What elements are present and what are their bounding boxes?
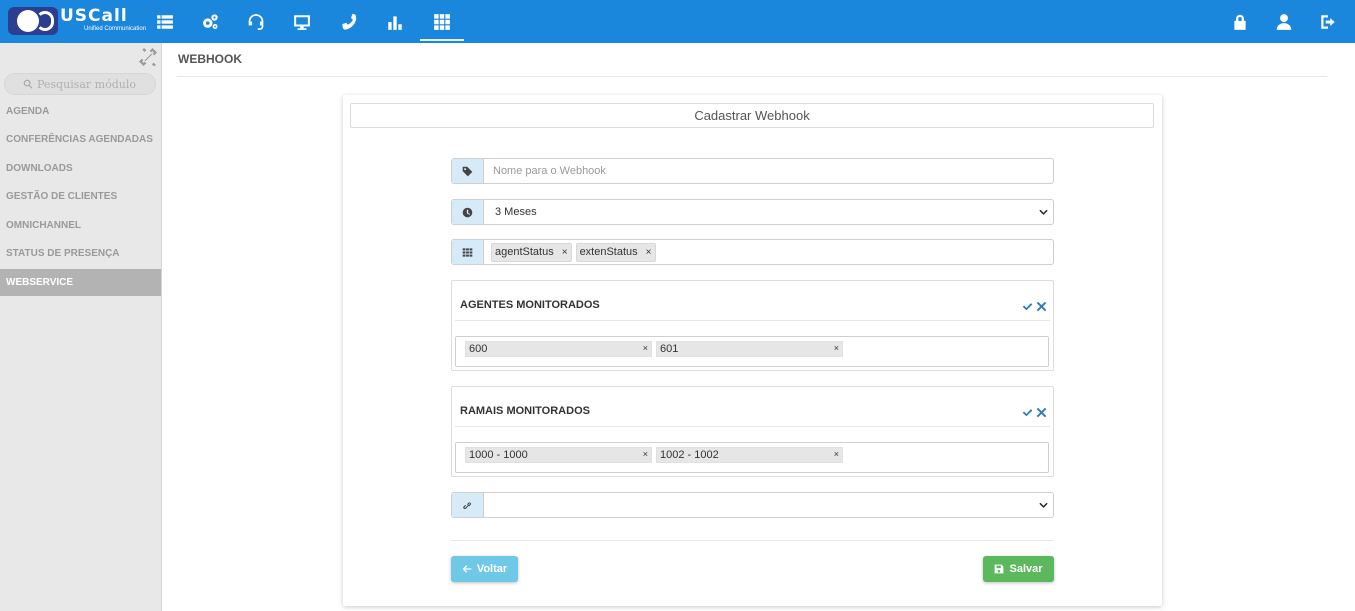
sidebar-item-gestao-clientes[interactable]: GESTÃO DE CLIENTES — [0, 183, 161, 210]
tag-icon — [452, 159, 484, 183]
module-search-input[interactable] — [37, 77, 137, 91]
remove-icon[interactable]: × — [562, 247, 568, 258]
list-icon[interactable] — [143, 0, 187, 43]
chevron-down-icon — [1038, 500, 1049, 511]
back-button-label: Voltar — [476, 563, 508, 575]
agent-tag-label: 600 — [469, 343, 488, 355]
check-icon[interactable] — [1022, 405, 1033, 423]
sidebar-item-omnichannel[interactable]: OMNICHANNEL — [0, 212, 161, 239]
webhook-name-input[interactable] — [484, 159, 1053, 183]
extensions-title: RAMAIS MONITORADOS — [460, 405, 590, 417]
save-button[interactable]: Salvar — [983, 556, 1054, 582]
agents-multiselect[interactable]: 600 × 601 × — [455, 336, 1049, 367]
agent-tag-label: 601 — [660, 343, 679, 355]
url-select[interactable] — [484, 493, 1053, 517]
period-group: 3 Meses — [451, 199, 1054, 225]
extensions-divider — [455, 426, 1050, 427]
period-selected-value: 3 Meses — [495, 206, 537, 218]
search-icon — [23, 79, 33, 89]
sidebar-item-label: CONFERÊNCIAS AGENDADAS — [6, 134, 153, 145]
event-tag: extenStatus × — [575, 242, 656, 262]
phone-icon[interactable] — [327, 0, 371, 43]
remove-icon[interactable]: × — [646, 247, 652, 258]
sidebar: AGENDA CONFERÊNCIAS AGENDADAS DOWNLOADS … — [0, 43, 162, 611]
grid-icon — [452, 240, 484, 264]
logo-badge-icon — [8, 7, 58, 35]
event-tag: agentStatus × — [491, 242, 572, 262]
bar-chart-icon[interactable] — [373, 0, 417, 43]
webhook-name-group — [451, 158, 1054, 184]
brand-name: USCall — [60, 6, 128, 26]
panel-heading: Cadastrar Webhook — [350, 103, 1154, 128]
back-button[interactable]: Voltar — [451, 556, 518, 582]
user-icon[interactable] — [1262, 0, 1306, 43]
agent-tag: 600 × — [465, 341, 652, 357]
extension-tag: 1002 - 1002 × — [656, 447, 843, 463]
event-tag-label: agentStatus — [495, 246, 554, 258]
sidebar-item-downloads[interactable]: DOWNLOADS — [0, 155, 161, 182]
sidebar-item-status-presenca[interactable]: STATUS DE PRESENÇA — [0, 240, 161, 267]
agents-box: AGENTES MONITORADOS 600 × 601 × — [451, 280, 1054, 371]
remove-icon[interactable]: × — [834, 449, 839, 459]
close-icon[interactable] — [1036, 299, 1047, 317]
sidebar-item-webservice[interactable]: WEBSERVICE — [0, 269, 161, 296]
lock-icon[interactable] — [1218, 0, 1262, 43]
grid-icon[interactable] — [420, 0, 464, 43]
app-logo[interactable]: USCall Unified Communication — [8, 5, 146, 37]
agents-title: AGENTES MONITORADOS — [460, 299, 600, 311]
extension-tag-label: 1002 - 1002 — [660, 449, 719, 461]
arrow-left-icon — [462, 565, 472, 573]
module-search — [4, 73, 156, 95]
remove-icon[interactable]: × — [643, 449, 648, 459]
floppy-icon — [995, 564, 1004, 574]
url-group — [451, 492, 1054, 518]
title-divider — [177, 76, 1327, 77]
agent-tag: 601 × — [656, 341, 843, 357]
gears-icon[interactable] — [188, 0, 232, 43]
extensions-box: RAMAIS MONITORADOS 1000 - 1000 × 1002 - … — [451, 386, 1054, 477]
link-icon — [452, 493, 484, 517]
extension-tag-label: 1000 - 1000 — [469, 449, 528, 461]
sidebar-item-label: DOWNLOADS — [6, 163, 73, 174]
sidebar-item-agenda[interactable]: AGENDA — [0, 98, 161, 125]
logout-icon[interactable] — [1306, 0, 1350, 43]
extension-tag: 1000 - 1000 × — [465, 447, 652, 463]
sidebar-item-label: WEBSERVICE — [6, 277, 74, 288]
footer-divider — [451, 540, 1054, 541]
sidebar-item-label: AGENDA — [6, 106, 50, 117]
remove-icon[interactable]: × — [643, 343, 648, 353]
unlink-icon[interactable] — [139, 48, 157, 67]
sidebar-item-conferencias[interactable]: CONFERÊNCIAS AGENDADAS — [0, 126, 161, 153]
headset-icon[interactable] — [234, 0, 278, 43]
check-icon[interactable] — [1022, 299, 1033, 317]
sidebar-item-label: OMNICHANNEL — [6, 220, 81, 231]
monitor-icon[interactable] — [280, 0, 324, 43]
brand-tagline: Unified Communication — [84, 26, 147, 32]
events-group: agentStatus × extenStatus × — [451, 239, 1054, 265]
sidebar-item-label: GESTÃO DE CLIENTES — [6, 191, 118, 202]
chevron-down-icon — [1038, 207, 1049, 218]
save-button-label: Salvar — [1009, 563, 1043, 575]
page-title: WEBHOOK — [178, 52, 242, 66]
extensions-multiselect[interactable]: 1000 - 1000 × 1002 - 1002 × — [455, 442, 1049, 473]
event-tag-label: extenStatus — [579, 246, 638, 258]
remove-icon[interactable]: × — [834, 343, 839, 353]
top-navbar: USCall Unified Communication — [0, 0, 1355, 43]
period-select[interactable]: 3 Meses — [484, 200, 1053, 224]
clock-icon — [452, 200, 484, 224]
close-icon[interactable] — [1036, 405, 1047, 423]
events-multiselect[interactable]: agentStatus × extenStatus × — [484, 240, 1053, 264]
sidebar-item-label: STATUS DE PRESENÇA — [6, 248, 120, 259]
webhook-form-panel: Cadastrar Webhook 3 Meses agentStatus × … — [343, 95, 1162, 606]
agents-divider — [455, 320, 1050, 321]
